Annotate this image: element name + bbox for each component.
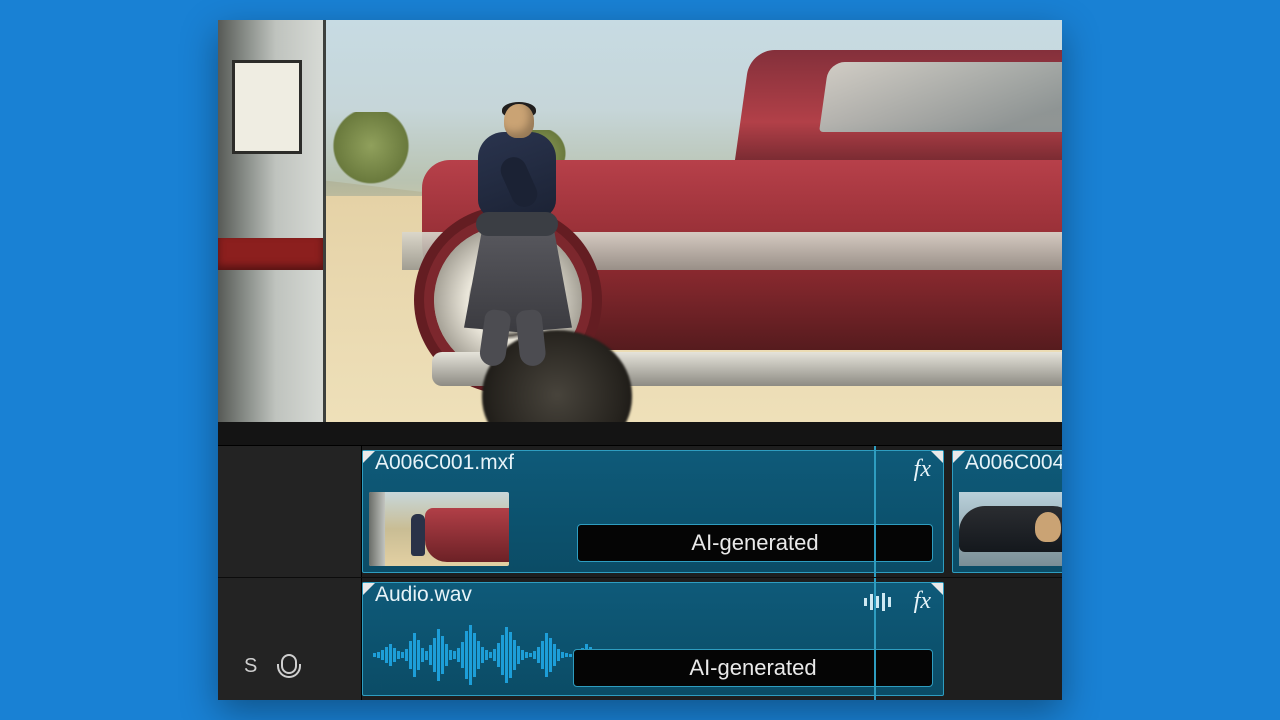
video-preview[interactable] — [218, 20, 1062, 422]
editor-card: A006C001.mxf fx AI-generated A006C004 — [218, 20, 1062, 700]
clip-thumbnail — [369, 492, 509, 566]
clip-label: Audio.wav — [363, 578, 484, 606]
audio-track-lane[interactable]: Audio.wav fx AI-generated — [362, 578, 1062, 700]
video-clip-2[interactable]: A006C004 — [952, 450, 1062, 573]
fx-icon[interactable]: fx — [914, 588, 931, 615]
video-track: A006C001.mxf fx AI-generated A006C004 — [218, 446, 1062, 578]
clip-label: A006C001.mxf — [363, 446, 526, 474]
ai-generated-label: AI-generated — [691, 530, 818, 556]
clip-thumbnail — [959, 492, 1062, 566]
solo-button[interactable]: S — [244, 655, 257, 678]
preview-art — [326, 112, 416, 187]
audio-track: S Audio.wav fx AI-generated — [218, 578, 1062, 700]
audio-clip[interactable]: Audio.wav fx AI-generated — [362, 582, 944, 696]
clip-label: A006C004 — [953, 446, 1062, 474]
ai-generated-badge: AI-generated — [573, 649, 933, 687]
ai-generated-badge: AI-generated — [577, 524, 933, 562]
ai-generated-label: AI-generated — [689, 655, 816, 681]
audio-waveform-icon — [864, 593, 891, 611]
playhead[interactable] — [874, 446, 876, 577]
clip-out-handle[interactable] — [931, 451, 943, 463]
microphone-icon[interactable] — [279, 654, 295, 678]
preview-art — [458, 104, 563, 374]
video-track-lane[interactable]: A006C001.mxf fx AI-generated A006C004 — [362, 446, 1062, 577]
preview-art — [218, 20, 326, 422]
clip-out-handle[interactable] — [931, 583, 943, 595]
video-clip-1[interactable]: A006C001.mxf fx AI-generated — [362, 450, 944, 573]
video-track-header[interactable] — [218, 446, 362, 577]
time-ruler[interactable] — [218, 422, 1062, 446]
fx-icon[interactable]: fx — [914, 456, 931, 483]
playhead[interactable] — [874, 578, 876, 700]
timeline-panel: A006C001.mxf fx AI-generated A006C004 — [218, 422, 1062, 700]
audio-track-header[interactable]: S — [218, 578, 362, 700]
